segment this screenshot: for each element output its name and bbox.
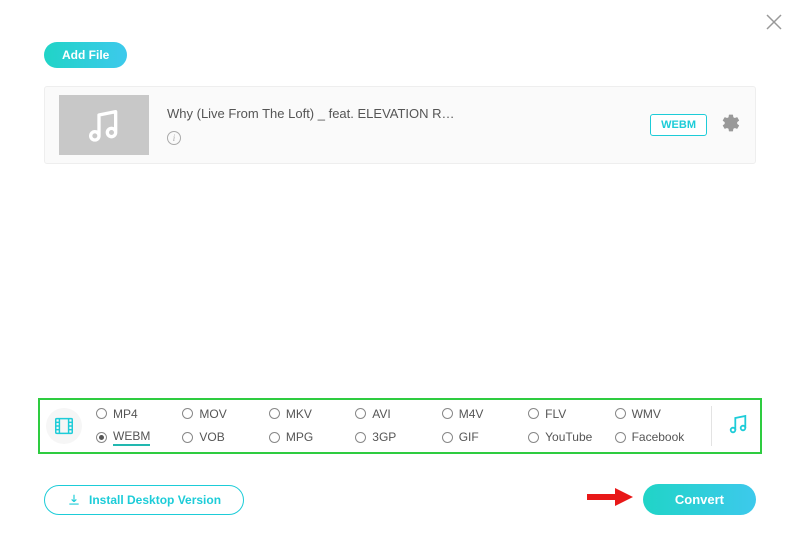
format-option-label: MP4 — [113, 407, 138, 421]
radio-circle — [355, 408, 366, 419]
format-option-3gp[interactable]: 3GP — [355, 429, 437, 446]
format-option-label: MKV — [286, 407, 312, 421]
format-option-label: WMV — [632, 407, 661, 421]
radio-circle — [528, 432, 539, 443]
film-icon — [53, 415, 75, 437]
app-window: Add File Why (Live From The Loft) _ feat… — [0, 0, 800, 549]
file-card: Why (Live From The Loft) _ feat. ELEVATI… — [44, 86, 756, 164]
close-icon — [762, 10, 786, 34]
close-button[interactable] — [762, 10, 786, 34]
music-note-icon — [84, 105, 124, 145]
format-option-mov[interactable]: MOV — [182, 407, 264, 421]
format-badge[interactable]: WEBM — [650, 114, 707, 136]
radio-circle — [182, 408, 193, 419]
file-meta: Why (Live From The Loft) _ feat. ELEVATI… — [167, 106, 650, 145]
format-option-label: MOV — [199, 407, 226, 421]
settings-button[interactable] — [721, 113, 741, 138]
music-icon — [726, 412, 750, 436]
gear-icon — [721, 113, 741, 133]
format-option-mp4[interactable]: MP4 — [96, 407, 178, 421]
format-option-m4v[interactable]: M4V — [442, 407, 524, 421]
video-tab-icon[interactable] — [46, 408, 82, 444]
convert-wrap: Convert — [587, 484, 756, 515]
radio-circle — [615, 432, 626, 443]
install-desktop-button[interactable]: Install Desktop Version — [44, 485, 244, 515]
format-option-vob[interactable]: VOB — [182, 429, 264, 446]
format-options-grid: MP4 MOV MKV AVI M4V FLV WMV WEBM VOB MPG 3GP GIF You… — [90, 407, 697, 446]
format-selection-bar: MP4 MOV MKV AVI M4V FLV WMV WEBM VOB MPG 3GP GIF You… — [38, 398, 762, 454]
file-actions: WEBM — [650, 113, 741, 138]
format-option-label: VOB — [199, 430, 224, 444]
format-option-wmv[interactable]: WMV — [615, 407, 697, 421]
add-file-button[interactable]: Add File — [44, 42, 127, 68]
audio-tab-icon[interactable] — [726, 412, 750, 441]
format-option-label: GIF — [459, 430, 479, 444]
format-option-label: WEBM — [113, 429, 150, 446]
format-option-mpg[interactable]: MPG — [269, 429, 351, 446]
format-option-avi[interactable]: AVI — [355, 407, 437, 421]
file-title: Why (Live From The Loft) _ feat. ELEVATI… — [167, 106, 650, 121]
format-option-label: AVI — [372, 407, 390, 421]
radio-circle — [442, 432, 453, 443]
radio-circle — [269, 432, 280, 443]
file-thumbnail — [59, 95, 149, 155]
format-option-label: Facebook — [632, 430, 685, 444]
format-option-gif[interactable]: GIF — [442, 429, 524, 446]
format-option-flv[interactable]: FLV — [528, 407, 610, 421]
bottom-bar: Install Desktop Version Convert — [44, 484, 756, 515]
install-desktop-label: Install Desktop Version — [89, 493, 221, 507]
format-option-facebook[interactable]: Facebook — [615, 429, 697, 446]
radio-circle — [615, 408, 626, 419]
convert-button[interactable]: Convert — [643, 484, 756, 515]
format-option-label: M4V — [459, 407, 484, 421]
radio-circle — [269, 408, 280, 419]
radio-circle — [96, 408, 107, 419]
format-option-label: YouTube — [545, 430, 592, 444]
radio-circle — [355, 432, 366, 443]
radio-circle — [96, 432, 107, 443]
format-option-label: FLV — [545, 407, 566, 421]
radio-circle — [182, 432, 193, 443]
arrow-right-icon — [587, 488, 633, 506]
radio-circle — [528, 408, 539, 419]
format-option-youtube[interactable]: YouTube — [528, 429, 610, 446]
info-icon[interactable]: i — [167, 131, 181, 145]
download-icon — [67, 493, 81, 507]
format-option-label: 3GP — [372, 430, 396, 444]
radio-circle — [442, 408, 453, 419]
format-option-webm[interactable]: WEBM — [96, 429, 178, 446]
divider — [711, 406, 712, 446]
arrow-annotation — [587, 488, 633, 511]
format-option-label: MPG — [286, 430, 313, 444]
format-option-mkv[interactable]: MKV — [269, 407, 351, 421]
